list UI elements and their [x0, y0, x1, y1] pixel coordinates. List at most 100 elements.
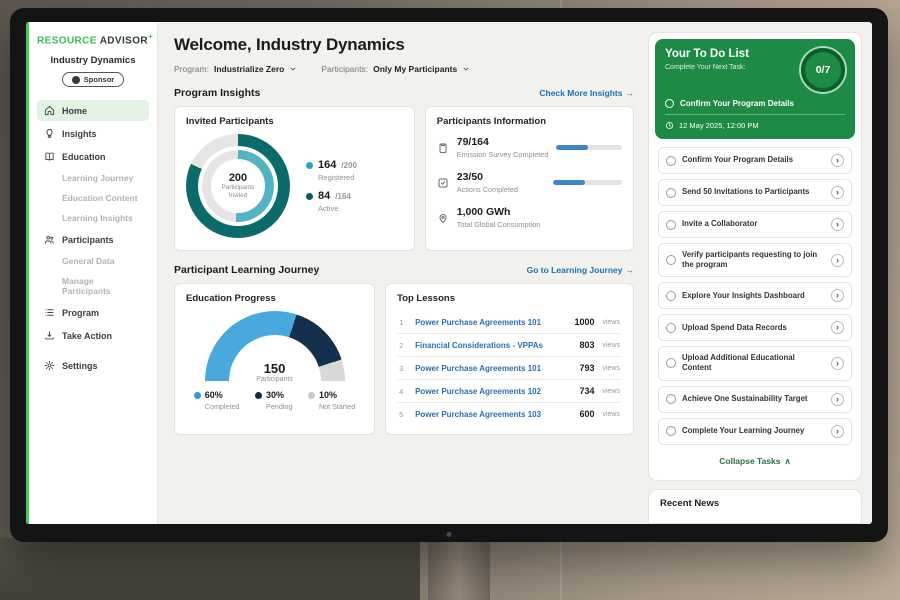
- program-select-value: Industrialize Zero: [214, 64, 284, 74]
- task-checkbox[interactable]: [666, 156, 676, 166]
- sidebar-item-label: Learning Journey: [62, 173, 133, 183]
- lesson-link[interactable]: Power Purchase Agreements 102: [415, 387, 571, 396]
- task-checkbox[interactable]: [666, 291, 676, 301]
- task-checkbox[interactable]: [666, 394, 676, 404]
- main-content: Welcome, Industry Dynamics Program: Indu…: [158, 22, 646, 524]
- sidebar-item-take-action[interactable]: Take Action: [37, 325, 149, 346]
- collapse-label: Collapse Tasks: [719, 456, 780, 466]
- lesson-link[interactable]: Power Purchase Agreements 103: [415, 410, 571, 419]
- lesson-views: 803: [579, 340, 594, 350]
- sidebar-item-home[interactable]: Home: [37, 100, 149, 121]
- sidebar-item-participants[interactable]: Participants: [37, 229, 149, 250]
- card-title: Invited Participants: [186, 116, 403, 127]
- sidebar-item-label: Insights: [62, 129, 97, 139]
- sidebar-item-manage-participants[interactable]: Manage Participants: [37, 272, 149, 300]
- task-checkbox[interactable]: [666, 358, 676, 368]
- task-label: Confirm Your Program Details: [680, 99, 794, 108]
- clipboard-icon: [437, 142, 449, 154]
- go-to-learning-journey-link[interactable]: Go to Learning Journey →: [527, 265, 634, 275]
- progress-fill: [556, 145, 587, 150]
- task-item[interactable]: Explore Your Insights Dashboard›: [658, 282, 852, 309]
- gear-icon: [44, 360, 55, 371]
- monitor-bezel: RESOURCE ADVISOR+ Industry Dynamics Spon…: [10, 8, 888, 542]
- collapse-tasks-link[interactable]: Collapse Tasks ∧: [655, 450, 855, 474]
- chevron-right-icon[interactable]: ›: [831, 254, 844, 267]
- sidebar-item-label: Education: [62, 152, 106, 162]
- chevron-down-icon: [462, 65, 470, 73]
- sidebar-item-general-data[interactable]: General Data: [37, 252, 149, 270]
- task-checkbox[interactable]: [666, 255, 676, 265]
- task-item[interactable]: Send 50 Invitations to Participants›: [658, 179, 852, 206]
- task-item[interactable]: Invite a Collaborator ›: [658, 211, 852, 238]
- filters-row: Program: Industrialize Zero Participants…: [174, 64, 634, 74]
- chevron-right-icon[interactable]: ›: [831, 393, 844, 406]
- task-item[interactable]: Achieve One Sustainability Target›: [658, 386, 852, 413]
- legend-percent: 60%: [205, 390, 223, 400]
- education-gauge-center: 150 Participants: [205, 361, 345, 383]
- lesson-views: 600: [579, 409, 594, 419]
- book-icon: [44, 151, 55, 162]
- chevron-right-icon[interactable]: ›: [831, 289, 844, 302]
- task-checkbox[interactable]: [665, 99, 674, 108]
- lesson-link[interactable]: Power Purchase Agreements 101: [415, 364, 571, 373]
- sidebar-item-learning-journey[interactable]: Learning Journey: [37, 169, 149, 187]
- sidebar-item-education-content[interactable]: Education Content: [37, 189, 149, 207]
- card-title: Top Lessons: [397, 293, 622, 304]
- task-item[interactable]: Upload Spend Data Records›: [658, 314, 852, 341]
- task-label: Invite a Collaborator: [682, 219, 825, 229]
- arrow-right-icon: →: [626, 88, 635, 98]
- task-item[interactable]: Confirm Your Program Details ›: [658, 147, 852, 174]
- sponsor-label: Sponsor: [84, 75, 114, 84]
- stat-label: Emission Survey Completed: [457, 150, 549, 159]
- task-checkbox[interactable]: [666, 188, 676, 198]
- stat-label: Total Global Consumption: [457, 220, 545, 229]
- lesson-row: 3 Power Purchase Agreements 101 793 view…: [397, 357, 622, 380]
- legend-label: Registered: [318, 173, 357, 182]
- chevron-right-icon[interactable]: ›: [831, 218, 844, 231]
- arrow-right-icon: →: [626, 265, 635, 275]
- lesson-link[interactable]: Power Purchase Agreements 101: [415, 318, 566, 327]
- sidebar-item-education[interactable]: Education: [37, 146, 149, 167]
- chevron-right-icon[interactable]: ›: [831, 186, 844, 199]
- chevron-right-icon[interactable]: ›: [831, 321, 844, 334]
- stat-value: 23/50: [457, 171, 545, 183]
- program-select[interactable]: Program: Industrialize Zero: [174, 64, 297, 74]
- stat-label: Actions Completed: [457, 185, 545, 194]
- sidebar-item-label: Settings: [62, 361, 98, 371]
- participants-select[interactable]: Participants: Only My Participants: [321, 64, 470, 74]
- invited-donut-inner: 200 Participants Invited: [202, 150, 274, 222]
- chevron-right-icon[interactable]: ›: [831, 154, 844, 167]
- chevron-right-icon[interactable]: ›: [831, 357, 844, 370]
- task-item[interactable]: Verify participants requesting to join t…: [658, 243, 852, 277]
- sidebar-item-insights[interactable]: Insights: [37, 123, 149, 144]
- task-label: Confirm Your Program Details: [682, 155, 825, 165]
- task-item[interactable]: Complete Your Learning Journey›: [658, 418, 852, 445]
- task-checkbox[interactable]: [666, 220, 676, 230]
- progress-bar: [556, 145, 622, 150]
- check-more-insights-link[interactable]: Check More Insights →: [539, 88, 634, 98]
- lesson-views-label: views: [602, 388, 620, 395]
- download-icon: [44, 330, 55, 341]
- sidebar-item-learning-insights[interactable]: Learning Insights: [37, 209, 149, 227]
- sponsor-icon: [72, 76, 80, 84]
- stat-row: 79/164 Emission Survey Completed: [437, 136, 622, 159]
- sidebar-item-program[interactable]: Program: [37, 302, 149, 323]
- todo-next-task[interactable]: Confirm Your Program Details: [665, 99, 845, 108]
- lesson-link[interactable]: Financial Considerations - VPPAs: [415, 341, 571, 350]
- section-title-program-insights: Program Insights: [174, 87, 260, 99]
- legend-item: 30% Pending: [255, 390, 292, 411]
- lesson-views-label: views: [602, 411, 620, 418]
- sidebar-item-label: Manage Participants: [62, 276, 142, 296]
- lesson-row: 5 Power Purchase Agreements 103 600 view…: [397, 403, 622, 425]
- chevron-right-icon[interactable]: ›: [831, 425, 844, 438]
- invited-donut-gap: 200 Participants Invited: [198, 146, 278, 226]
- card-title: Education Progress: [186, 293, 363, 304]
- desk-surface: [0, 538, 420, 600]
- task-item[interactable]: Upload Additional Educational Content›: [658, 346, 852, 380]
- task-checkbox[interactable]: [666, 323, 676, 333]
- pin-icon: [437, 212, 449, 224]
- legend-percent: 30%: [266, 390, 284, 400]
- task-checkbox[interactable]: [666, 426, 676, 436]
- sidebar-item-settings[interactable]: Settings: [37, 355, 149, 376]
- todo-due: 12 May 2025, 12:00 PM: [665, 114, 845, 130]
